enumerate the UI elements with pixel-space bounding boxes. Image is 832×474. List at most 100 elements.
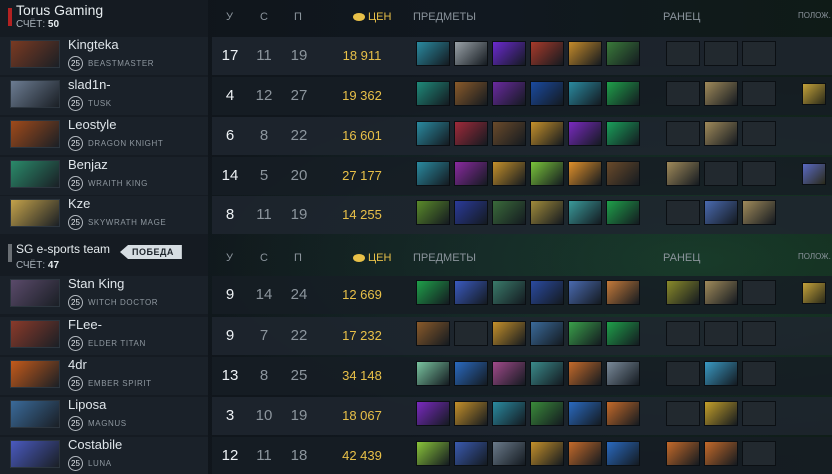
- empty-backpack-slot[interactable]: [666, 401, 700, 426]
- item-icon[interactable]: [606, 441, 640, 466]
- item-icon[interactable]: [530, 200, 564, 225]
- player-row[interactable]: slad1n- 25 TUSK 4 12 27 19 362: [0, 77, 832, 115]
- item-icon[interactable]: [568, 321, 602, 346]
- empty-backpack-slot[interactable]: [742, 121, 776, 146]
- item-icon[interactable]: [606, 121, 640, 146]
- item-icon[interactable]: [530, 280, 564, 305]
- item-icon[interactable]: [530, 321, 564, 346]
- item-icon[interactable]: [530, 401, 564, 426]
- item-icon[interactable]: [568, 41, 602, 66]
- empty-backpack-slot[interactable]: [742, 401, 776, 426]
- empty-backpack-slot[interactable]: [666, 200, 700, 225]
- player-row[interactable]: Leostyle 25 DRAGON KNIGHT 6 8 22 16 601: [0, 117, 832, 155]
- hero-portrait[interactable]: [10, 40, 60, 68]
- item-icon[interactable]: [568, 161, 602, 186]
- player-name[interactable]: 4dr: [68, 357, 87, 372]
- empty-backpack-slot[interactable]: [742, 81, 776, 106]
- item-icon[interactable]: [416, 401, 450, 426]
- player-name[interactable]: Stan King: [68, 276, 124, 291]
- item-icon[interactable]: [492, 321, 526, 346]
- neutral-item-icon[interactable]: [802, 282, 826, 304]
- empty-backpack-slot[interactable]: [742, 280, 776, 305]
- hero-portrait[interactable]: [10, 279, 60, 307]
- player-row[interactable]: Benjaz 25 WRAITH KING 14 5 20 27 177: [0, 157, 832, 195]
- player-row[interactable]: FLee- 25 ELDER TITAN 9 7 22 17 232: [0, 317, 832, 355]
- item-icon[interactable]: [492, 41, 526, 66]
- hero-portrait[interactable]: [10, 400, 60, 428]
- item-icon[interactable]: [492, 401, 526, 426]
- empty-backpack-slot[interactable]: [666, 321, 700, 346]
- backpack-item-icon[interactable]: [666, 161, 700, 186]
- item-icon[interactable]: [530, 441, 564, 466]
- backpack-item-icon[interactable]: [704, 200, 738, 225]
- item-icon[interactable]: [416, 121, 450, 146]
- empty-item-slot[interactable]: [454, 321, 488, 346]
- item-icon[interactable]: [416, 161, 450, 186]
- item-icon[interactable]: [416, 280, 450, 305]
- item-icon[interactable]: [568, 361, 602, 386]
- item-icon[interactable]: [606, 200, 640, 225]
- player-name[interactable]: Benjaz: [68, 157, 108, 172]
- item-icon[interactable]: [606, 41, 640, 66]
- item-icon[interactable]: [606, 81, 640, 106]
- empty-backpack-slot[interactable]: [704, 321, 738, 346]
- item-icon[interactable]: [568, 401, 602, 426]
- player-name[interactable]: FLee-: [68, 317, 102, 332]
- player-row[interactable]: Stan King 25 WITCH DOCTOR 9 14 24 12 669: [0, 276, 832, 314]
- item-icon[interactable]: [416, 81, 450, 106]
- item-icon[interactable]: [454, 401, 488, 426]
- backpack-item-icon[interactable]: [704, 361, 738, 386]
- hero-portrait[interactable]: [10, 160, 60, 188]
- item-icon[interactable]: [606, 161, 640, 186]
- item-icon[interactable]: [492, 81, 526, 106]
- item-icon[interactable]: [492, 280, 526, 305]
- item-icon[interactable]: [454, 441, 488, 466]
- backpack-item-icon[interactable]: [704, 441, 738, 466]
- backpack-item-icon[interactable]: [704, 81, 738, 106]
- item-icon[interactable]: [492, 200, 526, 225]
- item-icon[interactable]: [530, 161, 564, 186]
- empty-backpack-slot[interactable]: [666, 81, 700, 106]
- item-icon[interactable]: [454, 161, 488, 186]
- item-icon[interactable]: [492, 441, 526, 466]
- item-icon[interactable]: [416, 41, 450, 66]
- item-icon[interactable]: [454, 361, 488, 386]
- item-icon[interactable]: [416, 441, 450, 466]
- player-name[interactable]: Kze: [68, 196, 90, 211]
- item-icon[interactable]: [568, 441, 602, 466]
- empty-backpack-slot[interactable]: [742, 321, 776, 346]
- empty-backpack-slot[interactable]: [666, 361, 700, 386]
- player-row[interactable]: Kingteka 25 BEASTMASTER 17 11 19 18 911: [0, 37, 832, 75]
- item-icon[interactable]: [416, 321, 450, 346]
- item-icon[interactable]: [530, 41, 564, 66]
- backpack-item-icon[interactable]: [666, 441, 700, 466]
- backpack-item-icon[interactable]: [704, 121, 738, 146]
- hero-portrait[interactable]: [10, 120, 60, 148]
- empty-backpack-slot[interactable]: [742, 161, 776, 186]
- hero-portrait[interactable]: [10, 360, 60, 388]
- item-icon[interactable]: [454, 200, 488, 225]
- item-icon[interactable]: [606, 280, 640, 305]
- item-icon[interactable]: [416, 200, 450, 225]
- empty-backpack-slot[interactable]: [742, 441, 776, 466]
- item-icon[interactable]: [568, 280, 602, 305]
- item-icon[interactable]: [492, 361, 526, 386]
- item-icon[interactable]: [416, 361, 450, 386]
- empty-backpack-slot[interactable]: [704, 41, 738, 66]
- empty-backpack-slot[interactable]: [742, 41, 776, 66]
- item-icon[interactable]: [606, 401, 640, 426]
- player-name[interactable]: slad1n-: [68, 77, 111, 92]
- item-icon[interactable]: [454, 280, 488, 305]
- hero-portrait[interactable]: [10, 80, 60, 108]
- player-name[interactable]: Kingteka: [68, 37, 119, 52]
- item-icon[interactable]: [606, 361, 640, 386]
- backpack-item-icon[interactable]: [704, 401, 738, 426]
- neutral-item-icon[interactable]: [802, 83, 826, 105]
- backpack-item-icon[interactable]: [742, 200, 776, 225]
- item-icon[interactable]: [530, 361, 564, 386]
- item-icon[interactable]: [492, 121, 526, 146]
- backpack-item-icon[interactable]: [666, 280, 700, 305]
- hero-portrait[interactable]: [10, 199, 60, 227]
- empty-backpack-slot[interactable]: [704, 161, 738, 186]
- item-icon[interactable]: [530, 81, 564, 106]
